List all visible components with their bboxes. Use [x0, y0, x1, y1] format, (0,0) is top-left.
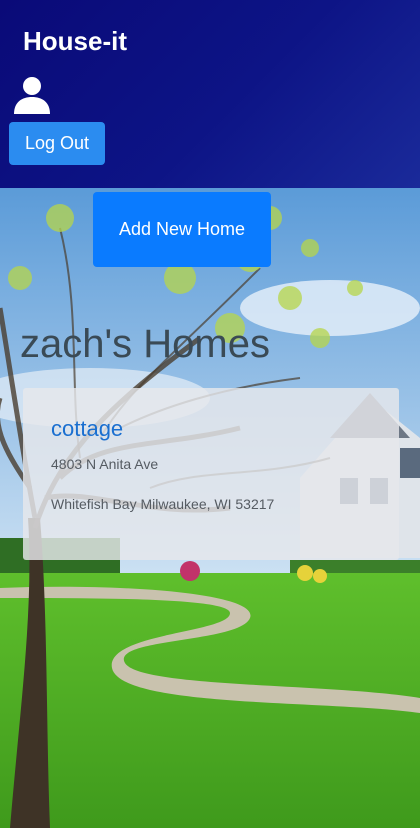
- home-name-link[interactable]: cottage: [51, 416, 123, 442]
- brand-title[interactable]: House-it: [23, 26, 127, 57]
- app-page: House-it Log Out Add New Home zach's Hom…: [0, 0, 420, 828]
- add-new-home-button[interactable]: Add New Home: [93, 192, 271, 267]
- homes-section-title: zach's Homes: [20, 322, 270, 366]
- home-city-address: Whitefish Bay Milwaukee, WI 53217: [51, 496, 275, 512]
- top-header: House-it Log Out: [0, 0, 420, 188]
- logout-button[interactable]: Log Out: [9, 122, 105, 165]
- user-icon[interactable]: [14, 76, 50, 114]
- home-street-address: 4803 N Anita Ave: [51, 456, 159, 472]
- home-card[interactable]: cottage 4803 N Anita Ave Whitefish Bay M…: [23, 388, 399, 560]
